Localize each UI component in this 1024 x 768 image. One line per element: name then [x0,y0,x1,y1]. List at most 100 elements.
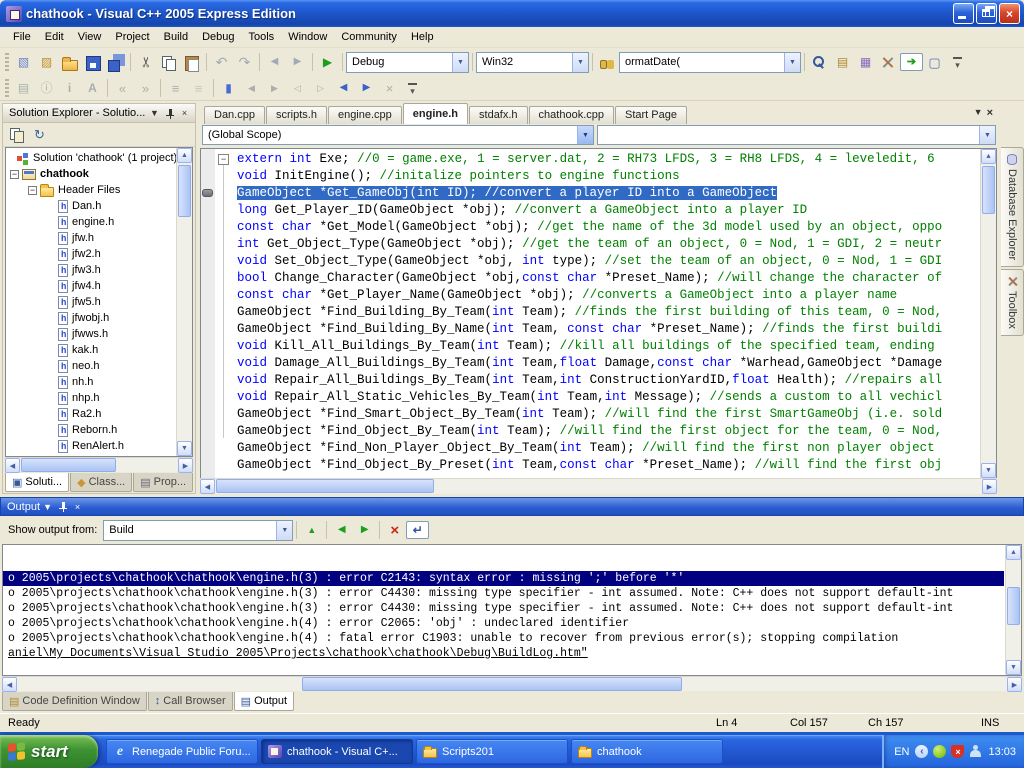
taskbar-button-renegade-public-foru[interactable]: Renegade Public Foru... [106,739,258,764]
tree-item-reborn-h[interactable]: Reborn.h [6,422,192,438]
member-list-icon[interactable] [12,78,35,99]
decrease-indent-icon[interactable] [111,78,134,99]
members-combo[interactable]: ▼ [597,125,996,145]
scrollbar-thumb[interactable] [216,479,434,493]
scroll-left-icon[interactable]: ◀ [2,677,17,692]
document-tab-stdafx-h[interactable]: stdafx.h [469,106,528,124]
close-panel-icon[interactable]: × [177,106,192,120]
output-line[interactable]: aniel\My Documents\Visual Studio 2005\Pr… [3,646,1004,661]
properties-icon[interactable] [5,124,28,145]
next-message-icon[interactable] [353,520,376,541]
code-line[interactable]: int Get_Object_Type(GameObject *obj); //… [201,236,980,253]
find-combo-input[interactable] [625,56,784,68]
output-source-combo[interactable]: Build ▼ [103,520,293,541]
code-line[interactable]: long Get_Player_ID(GameObject *obj); //c… [201,202,980,219]
menu-window[interactable]: Window [281,28,334,46]
menu-tools[interactable]: Tools [242,28,282,46]
code-line[interactable]: void Kill_All_Buildings_By_Team(int Team… [201,338,980,355]
show-output-source-icon[interactable] [300,520,323,541]
tree-item-jfw-h[interactable]: jfw.h [6,230,192,246]
scroll-up-icon[interactable]: ▲ [981,149,996,164]
parameter-info-icon[interactable] [35,78,58,99]
output-titlebar[interactable]: Output ▼ × [0,497,1024,516]
redo-icon[interactable] [233,52,256,73]
code-line[interactable]: const char *Get_Model(GameObject *obj); … [201,219,980,236]
scroll-right-icon[interactable]: ▶ [1007,677,1022,692]
tool-tab-soluti[interactable]: Soluti... [5,473,69,492]
toolbar-options-icon[interactable] [946,52,969,73]
copy-icon[interactable] [157,52,180,73]
menu-debug[interactable]: Debug [195,28,241,46]
toolbar-options-icon[interactable] [401,78,424,99]
code-line[interactable]: −extern int Exe; //0 = game.exe, 1 = ser… [201,151,980,168]
taskbar-button-chathook-visual-c[interactable]: chathook - Visual C+... [261,739,413,764]
previous-bookmark-icon[interactable] [240,78,263,99]
side-tab-database-explorer[interactable]: Database Explorer [1001,147,1024,267]
code-line[interactable]: void Set_Object_Type(GameObject *obj, in… [201,253,980,270]
restore-button[interactable] [976,3,997,24]
navigate-backward-icon[interactable] [263,52,286,73]
next-bookmark-folder-icon[interactable] [309,78,332,99]
open-file-icon[interactable] [58,52,81,73]
tree-item-solution-chathook-1-project[interactable]: Solution 'chathook' (1 project) [6,150,192,166]
tree-item-neo-h[interactable]: neo.h [6,358,192,374]
output-line[interactable]: o 2005\projects\chathook\chathook\engine… [3,571,1004,586]
scrollbar-thumb[interactable] [1007,587,1020,625]
code-line[interactable]: void InitEngine(); //initalize pointers … [201,168,980,185]
tree-item-chathook[interactable]: −chathook [6,166,192,182]
word-completion-icon[interactable] [81,78,104,99]
fold-collapse-icon[interactable]: − [218,154,229,165]
panel-tab-code-definition-window[interactable]: Code Definition Window [2,692,147,711]
output-vertical-scrollbar[interactable]: ▲ ▼ [1005,545,1021,675]
collapse-icon[interactable]: − [28,186,37,195]
find-in-files-icon[interactable] [808,52,831,73]
properties-window-icon[interactable] [831,52,854,73]
code-line[interactable]: GameObject *Get_GameObj(int ID); //conve… [201,185,980,202]
messenger-icon[interactable] [933,745,946,758]
scroll-down-icon[interactable]: ▼ [1006,660,1021,675]
auto-hide-pin-icon[interactable] [162,106,177,120]
scroll-right-icon[interactable]: ▶ [982,479,997,494]
chevron-down-icon[interactable]: ▼ [979,126,995,144]
clear-all-icon[interactable] [383,520,406,541]
scrollbar-thumb[interactable] [982,166,995,214]
code-line[interactable]: GameObject *Find_Non_Player_Object_By_Te… [201,440,980,457]
object-browser-icon[interactable] [854,52,877,73]
platform-combo[interactable]: Win32 ▼ [476,52,589,73]
output-line[interactable]: o 2005\projects\chathook\chathook\engine… [3,616,1004,631]
output-window[interactable]: o 2005\projects\chathook\chathook\engine… [2,544,1022,676]
code-line[interactable]: void Damage_All_Buildings_By_Team(int Te… [201,355,980,372]
menu-edit[interactable]: Edit [38,28,71,46]
tool-tab-class[interactable]: Class... [70,473,132,492]
previous-bookmark-folder-icon[interactable] [286,78,309,99]
user-icon[interactable] [969,745,982,758]
clear-bookmarks-icon[interactable] [378,78,401,99]
window-menu-icon[interactable]: ▼ [40,500,55,514]
panel-tab-output[interactable]: Output [234,692,294,711]
tool-tab-prop[interactable]: Prop... [133,473,193,492]
output-line[interactable]: o 2005\projects\chathook\chathook\engine… [3,586,1004,601]
output-horizontal-scrollbar[interactable]: ◀ ▶ [2,676,1022,691]
tree-item-kak-h[interactable]: kak.h [6,342,192,358]
scrollbar-thumb[interactable] [21,458,116,472]
menu-community[interactable]: Community [334,28,404,46]
menu-file[interactable]: File [6,28,38,46]
quick-info-icon[interactable] [58,78,81,99]
next-bookmark-document-icon[interactable] [355,78,378,99]
add-new-item-icon[interactable] [35,52,58,73]
code-line[interactable]: GameObject *Find_Smart_Object_By_Team(in… [201,406,980,423]
toolbar-grip[interactable] [5,79,9,97]
new-project-icon[interactable] [12,52,35,73]
document-tab-engine-cpp[interactable]: engine.cpp [328,106,402,124]
command-window-icon[interactable] [923,52,946,73]
code-line[interactable]: void Repair_All_Static_Vehicles_By_Team(… [201,389,980,406]
toggle-bookmark-icon[interactable] [217,78,240,99]
scrollbar-thumb[interactable] [302,677,682,691]
chevron-down-icon[interactable]: ▼ [784,53,800,72]
find-combo[interactable]: ▼ [619,52,801,73]
tree-item-jfw4-h[interactable]: jfw4.h [6,278,192,294]
close-button[interactable]: × [999,3,1020,24]
editor-vertical-scrollbar[interactable]: ▲ ▼ [980,149,996,478]
next-bookmark-icon[interactable] [263,78,286,99]
chevron-down-icon[interactable]: ▼ [452,53,468,72]
